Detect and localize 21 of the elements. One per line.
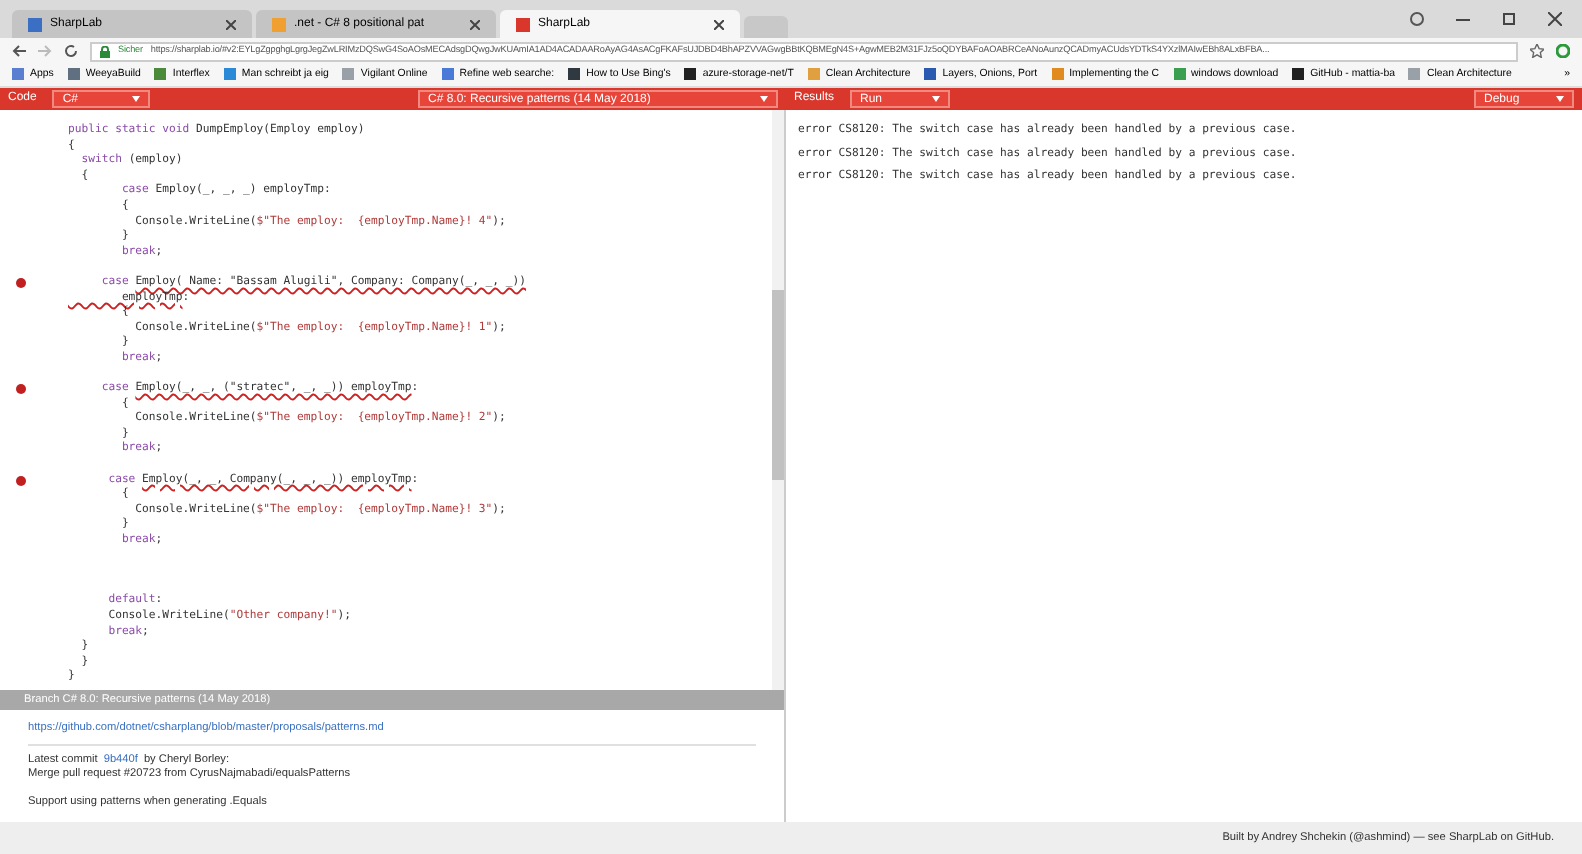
address-bar[interactable] [90,41,1518,61]
close-icon[interactable] [1548,12,1562,26]
caret-icon [1556,96,1564,102]
lock-icon [100,45,110,57]
star-icon[interactable] [1530,44,1544,58]
scrollbar-thumb[interactable] [772,290,784,480]
close-icon[interactable] [470,19,480,29]
error-marker-icon [15,475,25,486]
close-icon[interactable] [714,19,724,29]
extension-icon[interactable] [1556,44,1570,58]
caret-icon [132,96,140,102]
caret-icon [932,96,941,102]
maximize-icon[interactable] [1502,12,1516,26]
reload-icon[interactable] [64,44,78,58]
caret-icon [760,96,768,102]
profile-icon[interactable] [1410,12,1424,26]
scrollbar[interactable] [772,110,784,690]
error-marker-icon [15,278,25,289]
error-marker-icon [15,384,25,395]
back-icon[interactable] [12,44,26,58]
close-icon[interactable] [226,19,236,29]
